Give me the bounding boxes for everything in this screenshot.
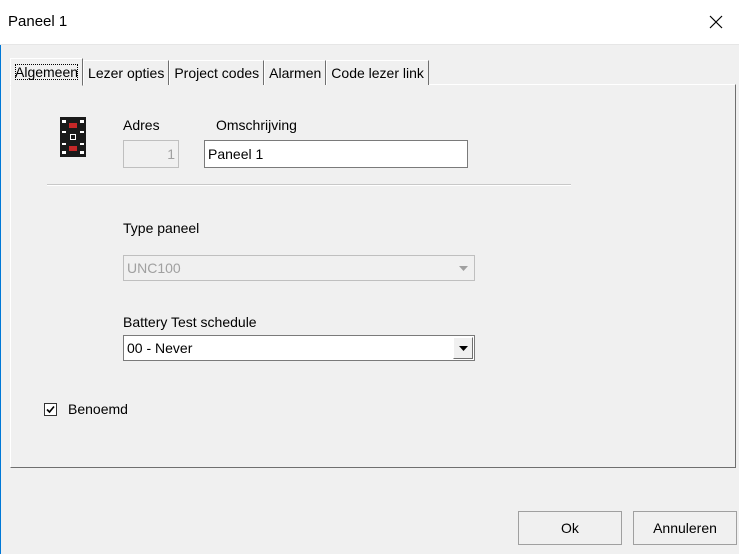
type-paneel-label: Type paneel	[123, 220, 200, 236]
type-paneel-value: UNC100	[127, 260, 181, 276]
tab-strip: Algemeen Lezer opties Project codes Alar…	[10, 58, 429, 86]
window-title: Paneel 1	[8, 13, 68, 30]
close-icon	[709, 15, 723, 29]
adres-field[interactable]: 1	[123, 140, 179, 168]
dropdown-arrow-icon	[458, 265, 468, 271]
divider	[47, 184, 571, 186]
close-button[interactable]	[693, 0, 739, 44]
battery-test-select[interactable]: 00 - Never	[123, 335, 475, 361]
battery-test-label: Battery Test schedule	[123, 314, 257, 330]
tab-algemeen[interactable]: Algemeen	[10, 58, 84, 86]
tab-label: Project codes	[174, 65, 260, 81]
omschrijving-field[interactable]: Paneel 1	[204, 140, 468, 168]
tab-label: Algemeen	[15, 64, 79, 80]
dropdown-button[interactable]	[453, 337, 473, 359]
dropdown-arrow-icon	[458, 345, 468, 351]
window-border	[0, 44, 1, 554]
tab-alarmen[interactable]: Alarmen	[264, 60, 327, 85]
tab-project-codes[interactable]: Project codes	[169, 60, 265, 85]
omschrijving-label: Omschrijving	[216, 117, 297, 133]
tab-code-lezer-link[interactable]: Code lezer link	[326, 60, 429, 85]
battery-test-value: 00 - Never	[127, 340, 193, 356]
adres-label: Adres	[123, 117, 160, 133]
type-paneel-select[interactable]: UNC100	[123, 255, 475, 281]
tab-label: Alarmen	[269, 65, 322, 81]
benoemd-checkbox[interactable]	[44, 403, 57, 416]
cancel-button[interactable]: Annuleren	[633, 511, 737, 545]
ok-button[interactable]: Ok	[518, 511, 622, 545]
tab-label: Code lezer link	[331, 65, 424, 81]
tab-lezer-opties[interactable]: Lezer opties	[83, 60, 170, 85]
panel-board-icon	[60, 117, 86, 157]
checkmark-icon	[46, 405, 55, 414]
title-bar: Paneel 1	[0, 0, 739, 45]
benoemd-label: Benoemd	[68, 401, 128, 417]
dropdown-button[interactable]	[453, 257, 473, 279]
tab-label: Lezer opties	[88, 65, 165, 81]
